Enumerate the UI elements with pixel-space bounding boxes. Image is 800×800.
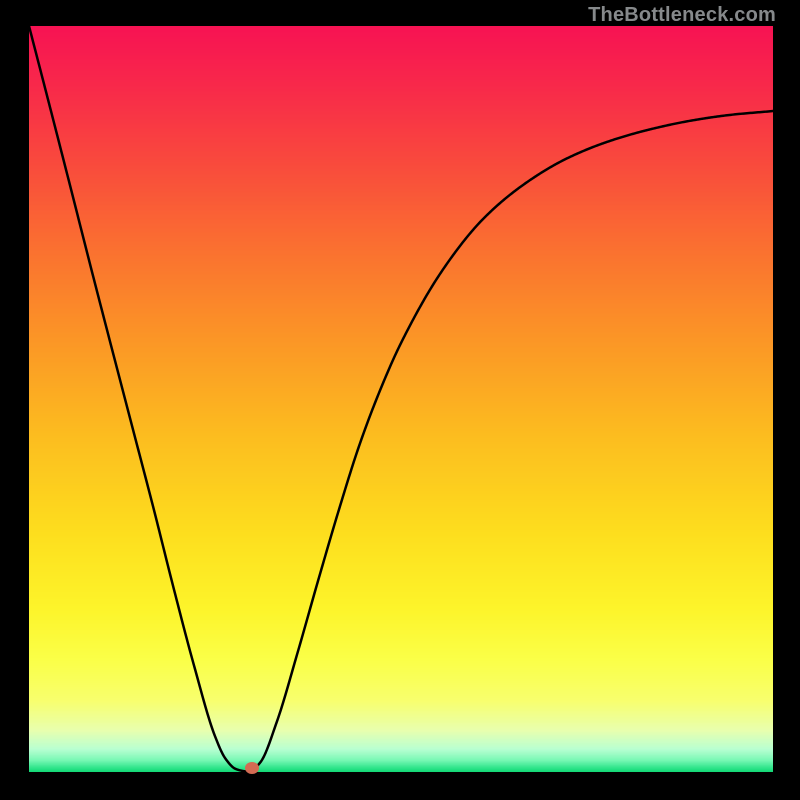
chart-stage: TheBottleneck.com	[0, 0, 800, 800]
gradient-background	[29, 26, 773, 772]
plot-area	[29, 26, 773, 772]
watermark-label: TheBottleneck.com	[588, 4, 776, 27]
marker-dot	[245, 762, 259, 774]
